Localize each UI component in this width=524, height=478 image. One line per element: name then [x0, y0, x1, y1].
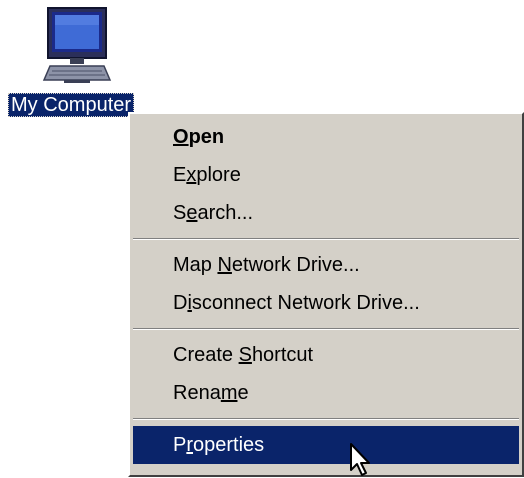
- mnemonic-s: S: [238, 344, 252, 366]
- menu-item-explore-b: plore: [196, 164, 241, 186]
- my-computer-desktop-icon[interactable]: My Computer: [0, 0, 160, 120]
- menu-separator: [133, 328, 519, 330]
- menu-item-explore[interactable]: Explore: [133, 156, 519, 194]
- menu-item-properties-a: P: [173, 434, 187, 456]
- menu-item-disconnect-b: sconnect Network Drive...: [191, 292, 420, 314]
- mnemonic-r: r: [186, 434, 194, 456]
- arrow-pointer-icon: [350, 443, 370, 476]
- menu-item-rename-a: Rena: [173, 382, 221, 404]
- menu-item-disconnect-network-drive[interactable]: Disconnect Network Drive...: [133, 284, 519, 322]
- mnemonic-e: e: [186, 202, 198, 224]
- menu-item-shortcut-a: Create: [173, 344, 239, 366]
- menu-item-disconnect-a: D: [173, 292, 188, 314]
- mnemonic-x: x: [186, 164, 197, 186]
- menu-separator: [133, 418, 519, 420]
- menu-item-properties[interactable]: Properties: [133, 426, 519, 464]
- menu-item-search[interactable]: Search...: [133, 194, 519, 232]
- menu-item-explore-a: E: [173, 164, 187, 186]
- menu-item-map-network-drive[interactable]: Map Network Drive...: [133, 246, 519, 284]
- computer-icon: [42, 7, 112, 83]
- menu-item-open-rest: pen: [188, 126, 225, 148]
- menu-item-search-b: arch...: [197, 202, 254, 224]
- menu-item-search-a: S: [173, 202, 187, 224]
- menu-item-properties-b: operties: [193, 434, 265, 456]
- menu-item-map-b: etwork Drive...: [231, 254, 360, 276]
- menu-item-open[interactable]: Open: [133, 118, 519, 156]
- mnemonic-n: N: [217, 254, 232, 276]
- menu-item-create-shortcut[interactable]: Create Shortcut: [133, 336, 519, 374]
- menu-separator: [133, 238, 519, 240]
- menu-item-map-a: Map: [173, 254, 218, 276]
- menu-item-shortcut-b: hortcut: [251, 344, 314, 366]
- mnemonic-m: m: [220, 382, 238, 404]
- menu-item-rename[interactable]: Rename: [133, 374, 519, 412]
- context-menu: Open Explore Search... Map Network Drive…: [128, 112, 524, 477]
- menu-item-rename-b: e: [237, 382, 249, 404]
- mnemonic-o: O: [173, 126, 189, 148]
- desktop-icon-label: My Computer: [8, 93, 135, 117]
